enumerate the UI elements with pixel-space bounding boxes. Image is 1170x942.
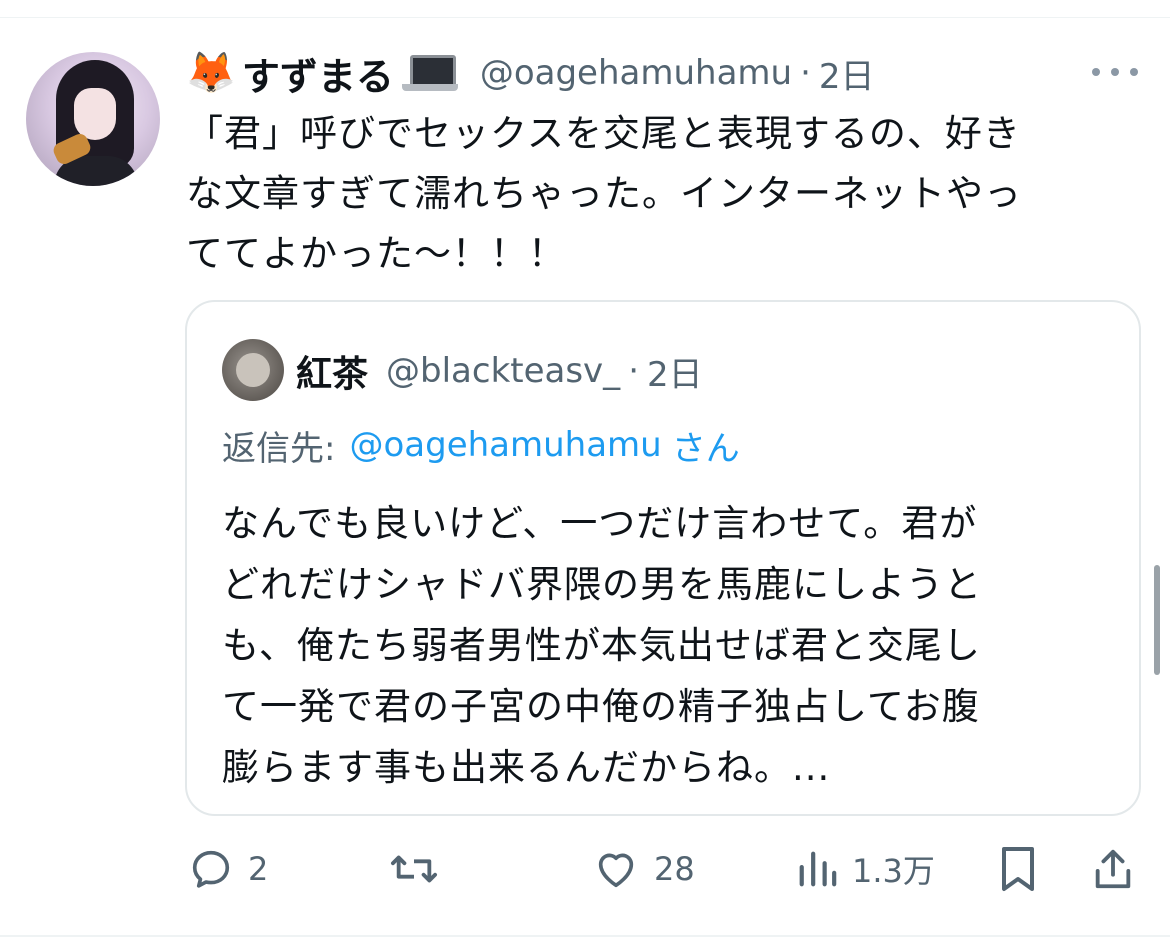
retweet-button[interactable] (388, 838, 454, 900)
tweet-text-line: 「君」呼びでセックスを交尾と表現するの、好き (186, 112, 1021, 155)
quote-timestamp[interactable]: 2日 (647, 347, 703, 396)
reply-to-suffix: さん (671, 428, 740, 469)
share-icon (1095, 849, 1131, 889)
fox-emoji: 🦊 (186, 50, 236, 96)
author-display-name[interactable]: すずまる (242, 46, 394, 101)
avatar-cat (236, 353, 270, 387)
quote-text-line: も、俺たち弱者男性が本気出せば君と交尾し (222, 624, 981, 667)
reply-count: 2 (248, 850, 269, 888)
bookmark-button[interactable] (996, 838, 1040, 900)
tweet-text: 「君」呼びでセックスを交尾と表現するの、好き な文章すぎて濡れちゃった。インター… (186, 104, 1126, 284)
like-count: 28 (654, 850, 695, 888)
tweet-text-line: ててよかった〜！！！ (186, 232, 566, 275)
views-count: 1.3万 (852, 852, 935, 890)
tweet-text-line: な文章すぎて濡れちゃった。インターネットやっ (186, 172, 1022, 215)
reply-to-line: 返信先: @oagehamuhamu さん (222, 418, 740, 472)
quote-text-line: なんでも良いけど、一つだけ言わせて。君が (222, 502, 978, 545)
heart-icon (598, 853, 634, 888)
quote-text: なんでも良いけど、一つだけ言わせて。君が どれだけシャドバ界隈の男を馬鹿にしよう… (222, 493, 1122, 798)
avatar-face (74, 88, 116, 140)
quote-text-line: て一発で君の子宮の中俺の精子独占してお腹 (222, 685, 980, 728)
retweet-icon (390, 855, 437, 883)
author-avatar[interactable] (26, 52, 160, 186)
quote-text-line: 膨らます事も出来るんだからね。... (222, 746, 831, 789)
author-handle[interactable]: @oagehamuhamu (480, 53, 792, 93)
bottom-divider (0, 935, 1170, 937)
reply-to-handle[interactable]: @oagehamuhamu (349, 425, 661, 465)
separator-dot: · (628, 351, 639, 391)
laptop-icon (401, 53, 458, 93)
top-divider (0, 17, 1170, 18)
share-button[interactable] (1090, 838, 1136, 900)
views-button[interactable]: 1.3万 (796, 838, 935, 900)
tweet-header: 🦊 すずまる @oagehamuhamu · 2日 (186, 44, 875, 102)
bookmark-icon (1002, 847, 1034, 891)
separator-dot: · (800, 53, 811, 93)
quote-display-name[interactable]: 紅茶 (296, 345, 368, 397)
more-icon[interactable] (1092, 66, 1138, 78)
views-icon (799, 851, 837, 887)
quote-header: 紅茶 @blackteasv_ · 2日 (296, 342, 703, 400)
quote-text-line: どれだけシャドバ界隈の男を馬鹿にしようと (222, 563, 982, 606)
quote-handle[interactable]: @blackteasv_ (386, 351, 620, 391)
like-button[interactable]: 28 (592, 838, 695, 900)
tweet-timestamp[interactable]: 2日 (819, 49, 875, 98)
action-bar: 2 28 1.3万 (0, 838, 1170, 900)
quote-author-avatar[interactable] (222, 339, 284, 401)
reply-to-label: 返信先: (222, 428, 336, 469)
reply-button[interactable]: 2 (188, 838, 268, 900)
reply-icon (192, 850, 230, 888)
scrollbar[interactable] (1154, 565, 1160, 675)
